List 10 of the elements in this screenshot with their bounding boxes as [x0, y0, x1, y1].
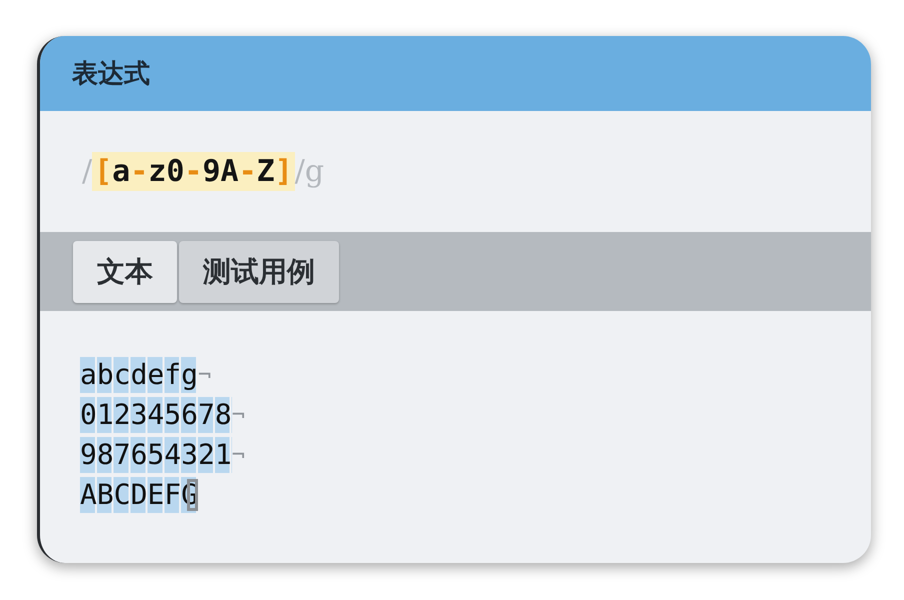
line-end-mark: ¬ [232, 402, 245, 428]
tab[interactable]: 文本 [73, 240, 177, 302]
tab[interactable]: 测试用例 [179, 240, 339, 302]
expression-flags: g [304, 154, 324, 189]
expression-delimiter: / [82, 154, 92, 189]
expression-delimiter: / [294, 154, 305, 189]
line-end-mark: ¬ [198, 362, 212, 388]
line-end-mark: ¬ [232, 442, 245, 468]
character-set: [a-z0-9A-Z] [92, 152, 295, 191]
panel-title: 表达式 [72, 58, 150, 91]
